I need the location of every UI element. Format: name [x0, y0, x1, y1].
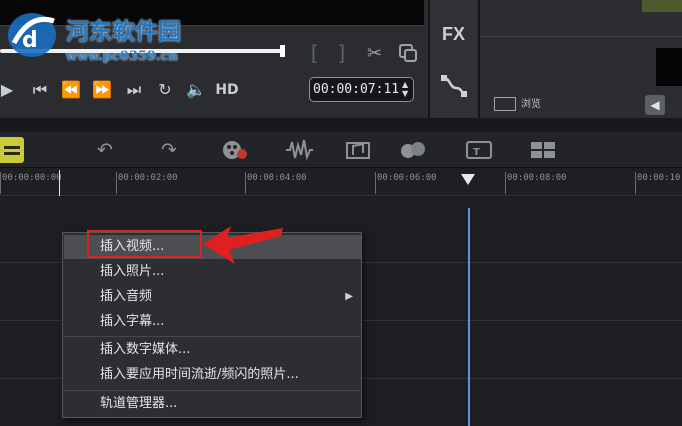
play-icon[interactable]: ▶	[0, 76, 14, 104]
redo-icon[interactable]: ↷	[154, 137, 184, 163]
menu-item-label: 插入数字媒体...	[100, 342, 191, 357]
ruler-label: 00:00:08:00	[507, 173, 567, 183]
ruler-tick	[635, 172, 636, 194]
menu-item-label: 插入字幕...	[100, 314, 165, 329]
fx-button[interactable]: FX	[442, 24, 465, 45]
motion-tracking-icon[interactable]	[398, 137, 428, 163]
library-divider	[480, 36, 682, 37]
browse-button[interactable]: 浏览	[494, 95, 541, 111]
watermark-url: www.pc0359.cn	[66, 49, 178, 64]
timecode-field[interactable]: 00:00:07:11	[309, 77, 414, 102]
playhead-marker[interactable]	[461, 174, 475, 185]
browse-label: 浏览	[521, 99, 541, 110]
undo-icon[interactable]: ↶	[90, 137, 120, 163]
annotation-arrow-icon	[203, 220, 285, 270]
ruler-label: 00:00:04:00	[247, 173, 307, 183]
menu-item-insert-digital-media[interactable]: 插入数字媒体...	[64, 338, 361, 362]
volume-icon[interactable]: 🔈	[184, 76, 208, 104]
menu-item-insert-time-lapse-photo[interactable]: 插入要应用时间流逝/频闪的照片...	[64, 363, 361, 387]
timeline-cursor	[59, 170, 60, 196]
library-thumbnail[interactable]	[642, 0, 682, 12]
ruler-tick	[0, 172, 1, 194]
motion-path-icon[interactable]	[440, 74, 468, 102]
ruler-tick	[505, 172, 506, 194]
record-capture-icon[interactable]	[220, 137, 250, 163]
annotation-highlight-box	[87, 230, 202, 258]
multi-camera-icon[interactable]	[528, 137, 558, 163]
preview-screen	[0, 0, 424, 26]
storyboard-view-button[interactable]	[0, 137, 24, 163]
auto-music-icon[interactable]	[344, 137, 374, 163]
menu-separator	[64, 390, 361, 391]
menu-item-label: 插入照片...	[100, 264, 165, 279]
watermark-title: 河东软件园	[66, 18, 181, 45]
menu-item-label: 轨道管理器...	[100, 396, 178, 411]
library-scroll-left-button[interactable]: ◀	[645, 95, 665, 115]
browse-icon	[494, 97, 516, 111]
next-frame-icon[interactable]: ⏩	[91, 76, 113, 104]
mark-out-button[interactable]: ]	[336, 41, 348, 65]
scissors-icon[interactable]: ✂	[367, 43, 382, 64]
ruler-label: 00:00:00:00	[2, 173, 62, 183]
ruler-label: 00:00:10	[637, 173, 681, 183]
subtitle-editor-icon[interactable]: T	[464, 137, 494, 163]
ruler-tick	[375, 172, 376, 194]
menu-item-label: 插入要应用时间流逝/频闪的照片...	[100, 367, 299, 382]
timeline-ruler[interactable]	[0, 168, 682, 196]
ruler-label: 00:00:02:00	[118, 173, 178, 183]
menu-item-insert-subtitle[interactable]: 插入字幕...	[64, 310, 361, 334]
playhead-line	[468, 208, 470, 426]
go-to-end-icon[interactable]: ⏭	[123, 76, 145, 104]
svg-text:d: d	[22, 28, 38, 53]
go-to-start-icon[interactable]: ⏮	[29, 76, 51, 104]
scrub-handle[interactable]	[280, 45, 285, 57]
menu-item-label: 插入音频	[100, 289, 153, 304]
menu-item-insert-audio[interactable]: 插入音频 ▶	[64, 285, 361, 309]
snapshot-icon[interactable]	[398, 43, 418, 68]
svg-text:T: T	[473, 147, 480, 158]
menu-item-track-manager[interactable]: 轨道管理器...	[64, 392, 361, 416]
ruler-tick	[245, 172, 246, 194]
repeat-icon[interactable]: ↻	[154, 76, 176, 104]
ruler-label: 00:00:06:00	[377, 173, 437, 183]
splitter-bar[interactable]	[0, 118, 682, 132]
submenu-arrow-icon: ▶	[345, 291, 353, 302]
timecode-spinner[interactable]: ▲ ▼	[402, 80, 408, 98]
mark-in-button[interactable]: [	[308, 41, 320, 65]
library-thumbnail[interactable]	[656, 48, 682, 86]
ruler-tick	[116, 172, 117, 194]
hd-toggle[interactable]: HD	[214, 76, 240, 104]
previous-frame-icon[interactable]: ⏪	[60, 76, 82, 104]
menu-separator	[64, 336, 361, 337]
sound-mixer-icon[interactable]	[284, 137, 314, 163]
watermark-logo-icon: d	[4, 9, 62, 63]
